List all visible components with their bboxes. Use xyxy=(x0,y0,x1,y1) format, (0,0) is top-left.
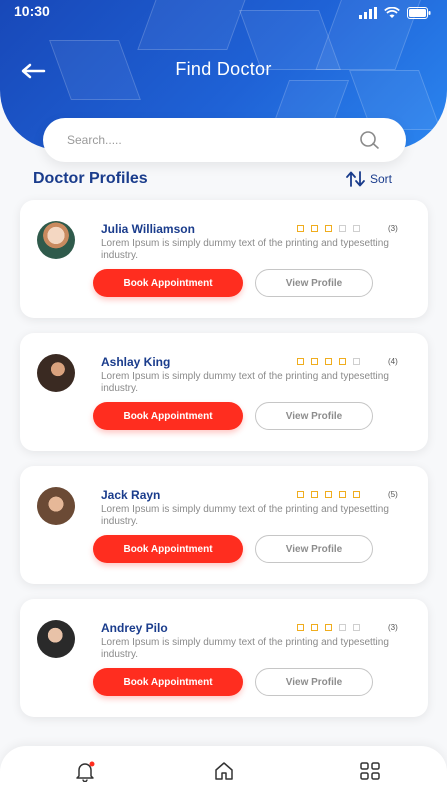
rating-stars xyxy=(297,624,360,631)
rating-stars xyxy=(297,491,360,498)
doctor-name[interactable]: Julia Williamson xyxy=(101,222,195,236)
doctor-name[interactable]: Jack Rayn xyxy=(101,488,160,502)
star-icon xyxy=(353,491,360,498)
star-icon xyxy=(325,624,332,631)
star-icon xyxy=(353,624,360,631)
home-icon xyxy=(215,762,233,780)
section-title: Doctor Profiles xyxy=(33,170,148,187)
star-icon xyxy=(353,358,360,365)
rating-count: (4) xyxy=(388,357,398,366)
doctor-name[interactable]: Andrey Pilo xyxy=(101,621,168,635)
doctor-card: Andrey Pilo Lorem Ipsum is simply dummy … xyxy=(20,599,428,717)
doctor-description: Lorem Ipsum is simply dummy text of the … xyxy=(101,238,389,261)
rating-stars xyxy=(297,358,360,365)
search-input[interactable] xyxy=(67,118,337,162)
star-icon xyxy=(339,225,346,232)
signal-icon xyxy=(359,7,377,19)
sort-label: Sort xyxy=(370,172,393,186)
star-icon xyxy=(311,491,318,498)
doctor-description: Lorem Ipsum is simply dummy text of the … xyxy=(101,504,389,527)
nav-home[interactable] xyxy=(213,760,235,782)
star-icon xyxy=(339,624,346,631)
star-icon xyxy=(297,624,304,631)
avatar xyxy=(37,354,75,392)
book-appointment-button[interactable]: Book Appointment xyxy=(93,402,243,430)
book-appointment-button[interactable]: Book Appointment xyxy=(93,535,243,563)
rating-count: (3) xyxy=(388,623,398,632)
rating-stars xyxy=(297,225,360,232)
star-icon xyxy=(325,225,332,232)
star-icon xyxy=(339,358,346,365)
view-profile-button[interactable]: View Profile xyxy=(255,402,373,430)
book-appointment-button[interactable]: Book Appointment xyxy=(93,269,243,297)
rating-count: (5) xyxy=(388,490,398,499)
status-bar: 10:30 xyxy=(0,0,447,24)
bottom-nav xyxy=(0,746,447,794)
nav-menu[interactable] xyxy=(359,760,381,782)
doctor-description: Lorem Ipsum is simply dummy text of the … xyxy=(101,371,389,394)
star-icon xyxy=(311,624,318,631)
status-icons xyxy=(359,5,431,19)
star-icon xyxy=(297,358,304,365)
doctor-name[interactable]: Ashlay King xyxy=(101,355,170,369)
star-icon xyxy=(297,225,304,232)
grid-icon xyxy=(360,762,380,780)
page-title: Find Doctor xyxy=(175,59,272,79)
star-icon xyxy=(297,491,304,498)
avatar xyxy=(37,221,75,259)
wifi-icon xyxy=(384,7,400,18)
search-bar xyxy=(43,118,406,162)
rating-count: (3) xyxy=(388,224,398,233)
star-icon xyxy=(353,225,360,232)
search-icon[interactable] xyxy=(358,130,380,150)
star-icon xyxy=(311,225,318,232)
book-appointment-button[interactable]: Book Appointment xyxy=(93,668,243,696)
doctor-card: Ashlay King Lorem Ipsum is simply dummy … xyxy=(20,333,428,451)
sort-button[interactable]: Sort xyxy=(346,171,392,187)
bell-icon xyxy=(76,761,95,783)
avatar xyxy=(37,487,75,525)
view-profile-button[interactable]: View Profile xyxy=(255,668,373,696)
nav-notifications[interactable] xyxy=(74,760,96,783)
doctor-card: Julia Williamson Lorem Ipsum is simply d… xyxy=(20,200,428,318)
star-icon xyxy=(325,491,332,498)
doctor-card: Jack Rayn Lorem Ipsum is simply dummy te… xyxy=(20,466,428,584)
battery-icon xyxy=(407,7,431,19)
star-icon xyxy=(311,358,318,365)
doctor-description: Lorem Ipsum is simply dummy text of the … xyxy=(101,637,389,660)
view-profile-button[interactable]: View Profile xyxy=(255,269,373,297)
status-time: 10:30 xyxy=(14,3,50,19)
sort-icon xyxy=(346,171,365,187)
view-profile-button[interactable]: View Profile xyxy=(255,535,373,563)
star-icon xyxy=(325,358,332,365)
star-icon xyxy=(339,491,346,498)
avatar xyxy=(37,620,75,658)
